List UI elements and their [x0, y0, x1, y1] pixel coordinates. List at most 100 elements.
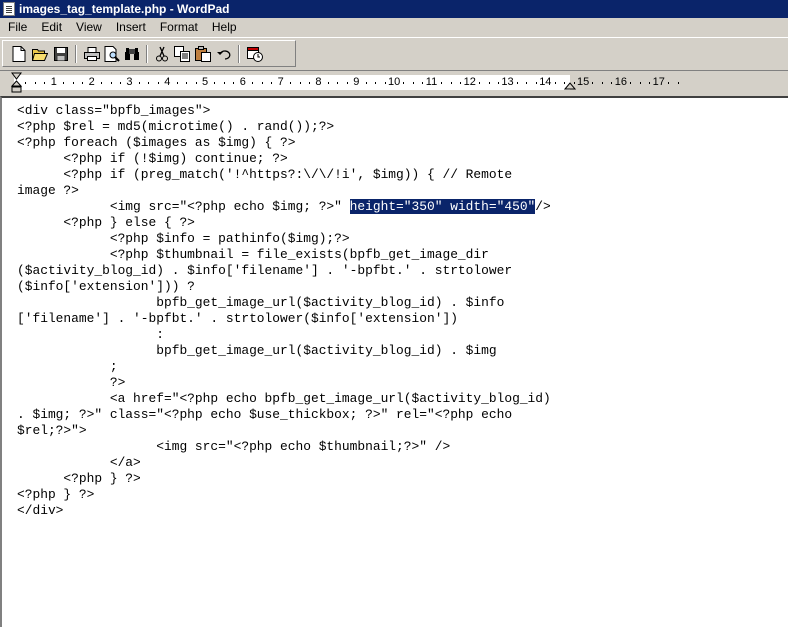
document-line: bpfb_get_image_url($activity_blog_id) . … — [17, 295, 504, 310]
ruler-tick — [365, 82, 367, 84]
ruler-tick — [601, 82, 603, 84]
line-text: bpfb_get_image_url($activity_blog_id) . … — [17, 343, 497, 358]
paste-icon[interactable] — [194, 45, 212, 63]
menu-bar: File Edit View Insert Format Help — [0, 18, 788, 37]
ruler-label: 15 — [577, 76, 590, 88]
line-text: <?php if (!$img) continue; ?> — [17, 151, 288, 166]
ruler-tick — [214, 82, 216, 84]
ruler-label: 13 — [501, 76, 514, 88]
document-line: <?php if (preg_match('!^https?:\/\/!i', … — [17, 167, 512, 182]
ruler-tick — [186, 82, 188, 84]
title-bar[interactable]: images_tag_template.php - WordPad — [0, 0, 788, 18]
selected-text[interactable]: height="350" width="450" — [349, 199, 536, 214]
print-preview-icon[interactable] — [103, 45, 121, 63]
document-line: bpfb_get_image_url($activity_blog_id) . … — [17, 343, 497, 358]
toolbar-separator — [146, 45, 148, 63]
save-icon[interactable] — [52, 45, 70, 63]
line-text: <img src="<?php echo $thumbnail;?>" /> — [17, 439, 451, 454]
line-text: </a> — [17, 455, 141, 470]
ruler-label: 17 — [652, 76, 665, 88]
line-text: : — [17, 327, 164, 342]
ruler-tick — [384, 82, 386, 84]
document-line: ($info['extension'])) ? — [17, 279, 195, 294]
open-icon[interactable] — [31, 45, 49, 63]
ruler-tick — [412, 82, 414, 84]
undo-icon[interactable] — [215, 45, 233, 63]
window-title: images_tag_template.php - WordPad — [19, 2, 230, 16]
ruler-label: 11 — [425, 76, 438, 88]
ruler-tick — [119, 82, 121, 84]
find-icon[interactable] — [123, 45, 141, 63]
menu-file[interactable]: File — [0, 18, 34, 37]
menu-view[interactable]: View — [69, 18, 109, 37]
document-area[interactable]: <div class="bpfb_images"> <?php $rel = m… — [0, 96, 788, 627]
wordpad-document-icon[interactable] — [3, 2, 15, 16]
line-text: </div> — [17, 503, 64, 518]
document-text[interactable]: <div class="bpfb_images"> <?php $rel = m… — [17, 103, 551, 519]
ruler-label: 1 — [50, 76, 57, 88]
ruler-tick — [497, 82, 499, 84]
line-text: <?php $thumbnail = file_exists(bpfb_get_… — [17, 247, 489, 262]
ruler-tick — [44, 82, 46, 84]
document-line: <div class="bpfb_images"> — [17, 103, 210, 118]
document-line: <?php $info = pathinfo($img);?> — [17, 231, 350, 246]
ruler-tick — [63, 82, 65, 84]
ruler-tick — [110, 82, 112, 84]
ruler-tick — [290, 82, 292, 84]
ruler-tick — [516, 82, 518, 84]
ruler-tick — [233, 82, 235, 84]
menu-insert[interactable]: Insert — [109, 18, 153, 37]
ruler-tick — [72, 82, 74, 84]
ruler-tick — [195, 82, 197, 84]
ruler-tick — [422, 82, 424, 84]
ruler-tick — [82, 82, 84, 84]
ruler-label: 9 — [353, 76, 360, 88]
ruler-tick — [34, 82, 36, 84]
date-time-icon[interactable] — [246, 45, 264, 63]
ruler-label: 12 — [463, 76, 476, 88]
ruler-tick — [479, 82, 481, 84]
line-text: <img src="<?php echo $img; ?>" — [17, 199, 350, 214]
ruler-tick — [101, 82, 103, 84]
document-line: $rel;?>"> — [17, 423, 87, 438]
ruler-tick — [176, 82, 178, 84]
cut-icon[interactable] — [153, 45, 171, 63]
menu-edit[interactable]: Edit — [34, 18, 69, 37]
line-text: ?> — [17, 375, 126, 390]
document-line: <?php $thumbnail = file_exists(bpfb_get_… — [17, 247, 489, 262]
ruler[interactable]: 1 2 3 4 5 6 7 8 9 10 11 12 13 14 15 16 17 — [0, 70, 788, 96]
document-line: ($activity_blog_id) . $info['filename'] … — [17, 263, 512, 278]
toolbar-separator — [75, 45, 77, 63]
ruler-label: 14 — [539, 76, 552, 88]
ruler-tick — [630, 82, 632, 84]
line-text: <?php $rel = md5(microtime() . rand());?… — [17, 119, 335, 134]
line-text: ($info['extension'])) ? — [17, 279, 195, 294]
print-icon[interactable] — [83, 45, 101, 63]
ruler-tick — [573, 82, 575, 84]
ruler-tick — [271, 82, 273, 84]
menu-format[interactable]: Format — [153, 18, 205, 37]
line-text: <div class="bpfb_images"> — [17, 103, 211, 118]
line-text: image ?> — [17, 183, 79, 198]
document-line: <a href="<?php echo bpfb_get_image_url($… — [17, 391, 551, 406]
new-document-icon[interactable] — [10, 45, 28, 63]
ruler-tick — [403, 82, 405, 84]
document-line: <img src="<?php echo $thumbnail;?>" /> — [17, 439, 450, 454]
toolbar-separator — [238, 45, 240, 63]
line-text: <?php $info = pathinfo($img);?> — [17, 231, 350, 246]
menu-help[interactable]: Help — [205, 18, 244, 37]
document-line: <?php } ?> — [17, 487, 94, 502]
ruler-tick — [460, 82, 462, 84]
ruler-tick — [677, 82, 679, 84]
document-line: <?php } else { ?> — [17, 215, 195, 230]
document-line: image ?> — [17, 183, 79, 198]
line-text: <?php foreach ($images as $img) { ?> — [17, 135, 296, 150]
ruler-tick — [535, 82, 537, 84]
first-line-indent-marker[interactable] — [11, 72, 23, 94]
ruler-tick — [554, 82, 556, 84]
document-line: <?php if (!$img) continue; ?> — [17, 151, 288, 166]
ruler-tick — [488, 82, 490, 84]
ruler-tick — [346, 82, 348, 84]
ruler-tick — [299, 82, 301, 84]
copy-icon[interactable] — [173, 45, 191, 63]
